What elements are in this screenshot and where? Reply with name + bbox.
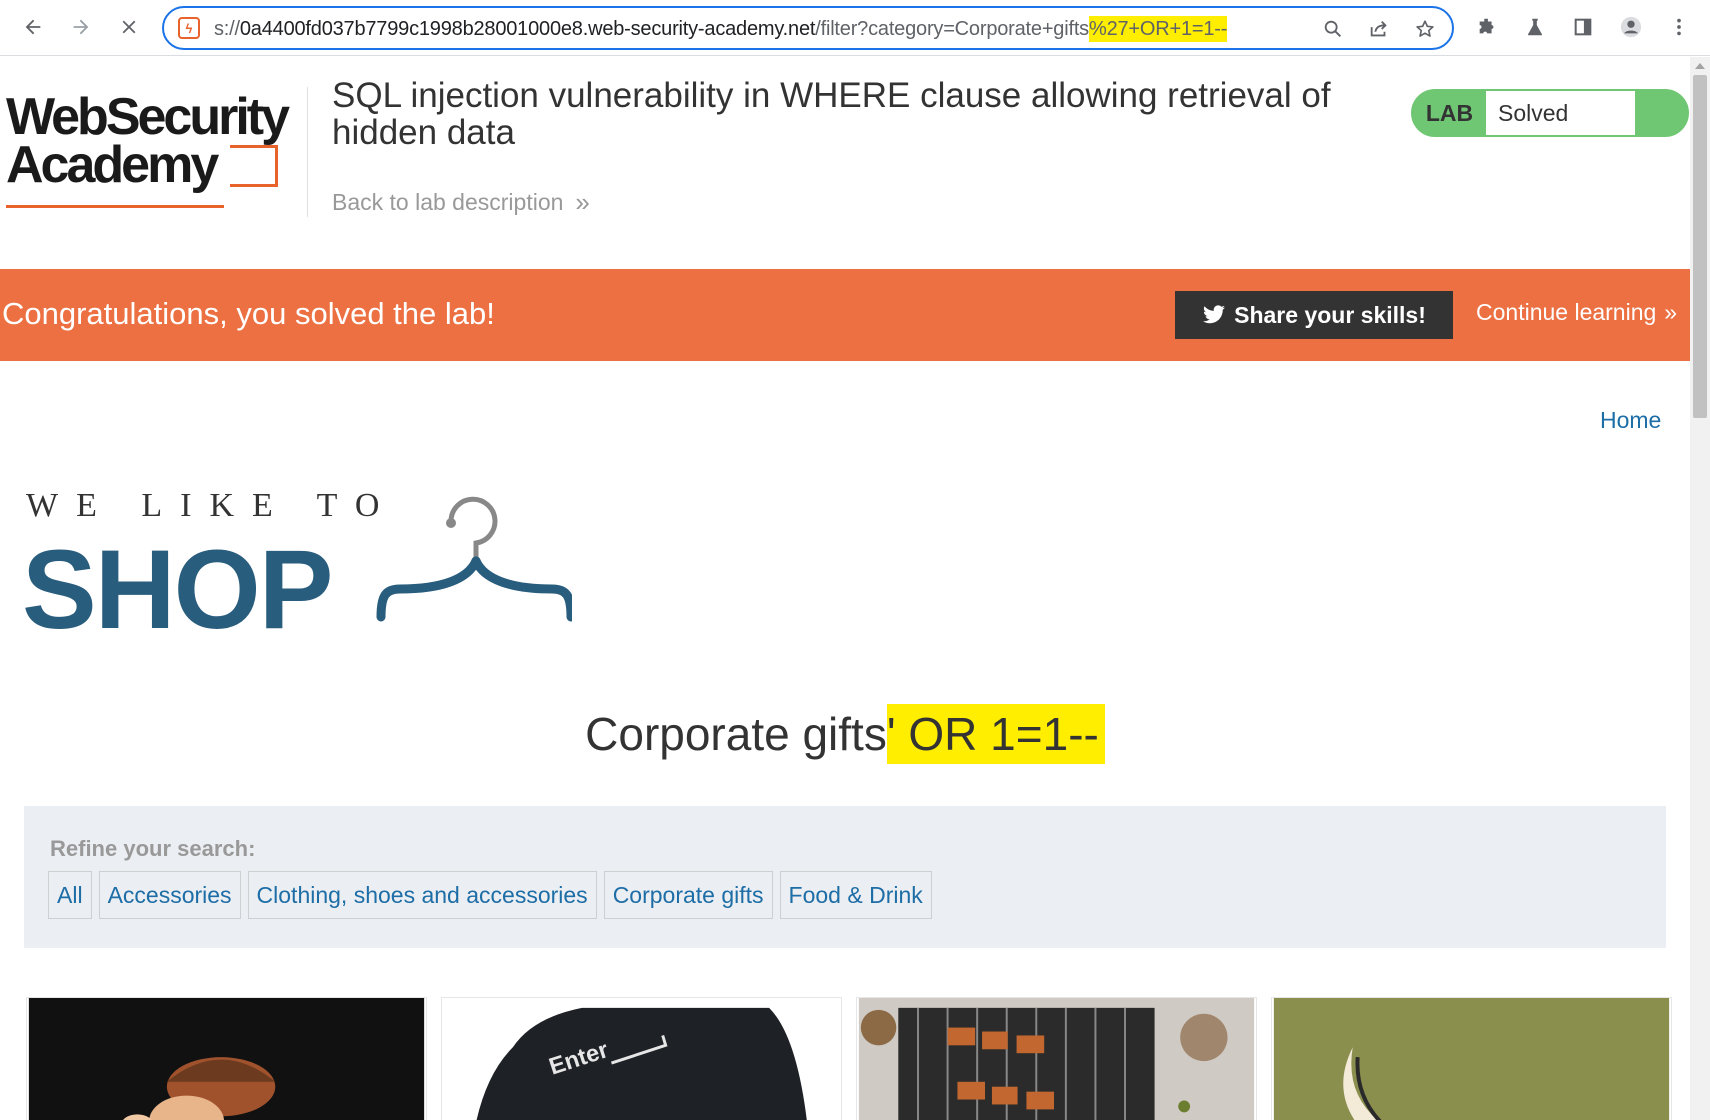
product-card[interactable] <box>856 997 1257 1120</box>
side-panel-icon[interactable] <box>1568 12 1598 42</box>
kebab-menu-icon[interactable] <box>1664 12 1694 42</box>
url-text[interactable]: s://0a4400fd037b7799c1998b28001000e8.web… <box>214 16 1228 42</box>
double-chevron-right-icon: » <box>575 187 590 217</box>
cartoon-figure-image <box>28 998 425 1120</box>
share-skills-button[interactable]: Share your skills! <box>1175 291 1453 339</box>
lab-title: SQL injection vulnerability in WHERE cla… <box>332 76 1331 152</box>
continue-learning-label: Continue learning <box>1476 299 1657 325</box>
address-bar[interactable]: ϟ s://0a4400fd037b7799c1998b28001000e8.w… <box>162 6 1454 50</box>
category-injected-payload: ' OR 1=1-- <box>886 704 1105 764</box>
filter-links: All Accessories Clothing, shoes and acce… <box>48 871 932 919</box>
bbq-skewers-image <box>858 998 1255 1120</box>
solved-banner: Congratulations, you solved the lab! Sha… <box>0 269 1690 361</box>
arrow-left-icon[interactable] <box>16 10 50 44</box>
shop-logo-tagline: WE LIKE TO <box>26 487 398 524</box>
scrollbar-thumb[interactable] <box>1693 75 1707 418</box>
url-injected-payload: %27+OR+1=1-- <box>1088 16 1228 42</box>
product-card[interactable] <box>1271 997 1672 1120</box>
arrow-right-icon[interactable] <box>64 10 98 44</box>
site-warning-icon[interactable]: ϟ <box>178 17 200 39</box>
profile-avatar-icon[interactable] <box>1616 12 1646 42</box>
product-card[interactable]: Enter <box>441 997 842 1120</box>
continue-learning-link[interactable]: Continue learning » <box>1476 299 1677 326</box>
pet-toy-image <box>1273 998 1670 1120</box>
browser-window: ϟ s://0a4400fd037b7799c1998b28001000e8.w… <box>0 0 1710 1120</box>
url-scheme: s:// <box>214 18 240 40</box>
lab-badge-label: LAB <box>1425 99 1474 126</box>
extensions-icon[interactable] <box>1472 12 1502 42</box>
logo-line-2: Academy <box>6 136 219 194</box>
close-icon[interactable] <box>112 10 146 44</box>
url-host: 0a4400fd037b7799c1998b28001000e8.web-sec… <box>239 18 816 40</box>
shop-logo[interactable]: WE LIKE TO SHOP <box>22 487 584 697</box>
logo-underline <box>6 205 224 208</box>
browser-toolbar: ϟ s://0a4400fd037b7799c1998b28001000e8.w… <box>0 0 1710 56</box>
product-card[interactable] <box>26 997 427 1120</box>
shop-logo-word: SHOP <box>22 527 333 652</box>
lab-status-state: Solved <box>1486 91 1635 135</box>
logo-bolt-icon <box>230 145 278 187</box>
header-divider <box>307 87 308 217</box>
category-name: Corporate gifts <box>585 708 887 760</box>
solved-message: Congratulations, you solved the lab! <box>2 296 495 331</box>
filter-corporate-gifts[interactable]: Corporate gifts <box>603 871 773 919</box>
page-scrollbar[interactable] <box>1690 57 1710 1120</box>
url-path: /filter?category=Corporate+gifts <box>815 18 1089 40</box>
hanger-icon <box>376 496 572 622</box>
home-link[interactable]: Home <box>1600 407 1661 434</box>
category-heading: Corporate gifts' OR 1=1-- <box>0 704 1690 764</box>
scroll-up-arrow-icon[interactable] <box>1695 63 1705 69</box>
share-button-label: Share your skills! <box>1234 301 1426 328</box>
twitter-icon <box>1203 305 1226 324</box>
web-security-academy-logo[interactable]: WebSecurity Academy <box>6 87 306 208</box>
flask-icon[interactable] <box>1520 12 1550 42</box>
filter-food-drink[interactable]: Food & Drink <box>779 871 932 919</box>
double-chevron-right-icon: » <box>1664 299 1678 325</box>
product-grid: Enter <box>26 997 1676 1120</box>
web-page: WebSecurity Academy SQL injection vulner… <box>0 57 1690 1120</box>
refine-search-label: Refine your search: <box>50 836 256 861</box>
lab-status-badge: LAB Solved <box>1411 89 1689 137</box>
filter-clothing[interactable]: Clothing, shoes and accessories <box>247 871 597 919</box>
star-icon[interactable] <box>1412 16 1438 42</box>
share-icon[interactable] <box>1366 16 1392 42</box>
search-icon[interactable] <box>1320 16 1346 42</box>
enter-key-image: Enter <box>443 998 840 1120</box>
filter-panel: Refine your search: All Accessories Clot… <box>24 806 1666 948</box>
filter-accessories[interactable]: Accessories <box>98 871 241 919</box>
back-link-label: Back to lab description <box>332 189 564 215</box>
back-to-lab-description-link[interactable]: Back to lab description » <box>332 187 590 218</box>
filter-all[interactable]: All <box>48 871 92 919</box>
